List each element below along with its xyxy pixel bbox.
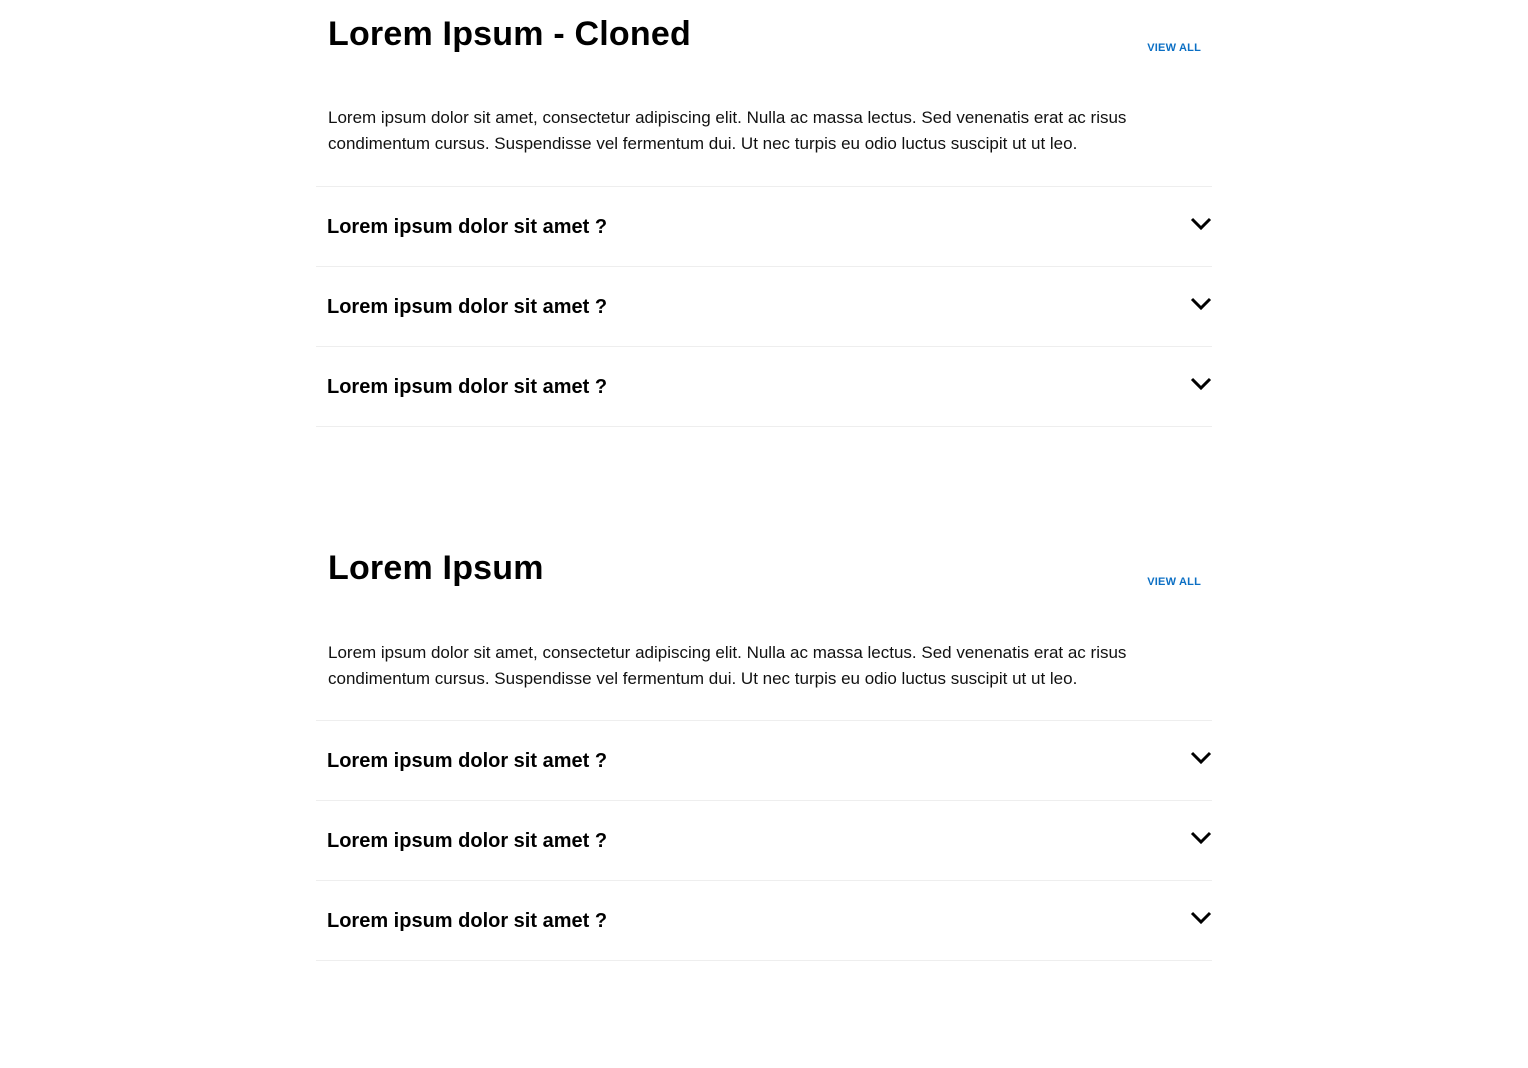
accordion-item[interactable]: Lorem ipsum dolor sit amet ? xyxy=(316,881,1212,961)
section-title: Lorem Ipsum - Cloned xyxy=(328,15,691,53)
chevron-down-icon[interactable] xyxy=(1190,217,1212,231)
accordion-question: Lorem ipsum dolor sit amet ? xyxy=(327,296,608,318)
chevron-down-icon[interactable] xyxy=(1190,911,1212,925)
view-all-link[interactable]: VIEW ALL xyxy=(1147,42,1201,54)
faq-accordion: Lorem ipsum dolor sit amet ? Lorem ipsum… xyxy=(316,720,1212,961)
accordion-item[interactable]: Lorem ipsum dolor sit amet ? xyxy=(316,721,1212,801)
accordion-question: Lorem ipsum dolor sit amet ? xyxy=(327,376,608,398)
faq-section: Lorem Ipsum VIEW ALL Lorem ipsum dolor s… xyxy=(316,534,1212,1068)
section-description: Lorem ipsum dolor sit amet, consectetur … xyxy=(328,108,1127,153)
accordion-question: Lorem ipsum dolor sit amet ? xyxy=(327,750,608,772)
faq-accordion: Lorem ipsum dolor sit amet ? Lorem ipsum… xyxy=(316,186,1212,427)
accordion-question: Lorem ipsum dolor sit amet ? xyxy=(327,216,608,238)
section-description: Lorem ipsum dolor sit amet, consectetur … xyxy=(328,643,1127,688)
chevron-down-icon[interactable] xyxy=(1190,751,1212,765)
accordion-item[interactable]: Lorem ipsum dolor sit amet ? xyxy=(316,187,1212,267)
accordion-item[interactable]: Lorem ipsum dolor sit amet ? xyxy=(316,801,1212,881)
chevron-down-icon[interactable] xyxy=(1190,297,1212,311)
accordion-question: Lorem ipsum dolor sit amet ? xyxy=(327,910,608,932)
accordion-item[interactable]: Lorem ipsum dolor sit amet ? xyxy=(316,267,1212,347)
section-title: Lorem Ipsum xyxy=(328,549,544,587)
chevron-down-icon[interactable] xyxy=(1190,831,1212,845)
accordion-question: Lorem ipsum dolor sit amet ? xyxy=(327,830,608,852)
chevron-down-icon[interactable] xyxy=(1190,377,1212,391)
accordion-item[interactable]: Lorem ipsum dolor sit amet ? xyxy=(316,347,1212,427)
faq-section-cloned: Lorem Ipsum - Cloned VIEW ALL Lorem ipsu… xyxy=(316,0,1212,534)
view-all-link[interactable]: VIEW ALL xyxy=(1147,576,1201,588)
